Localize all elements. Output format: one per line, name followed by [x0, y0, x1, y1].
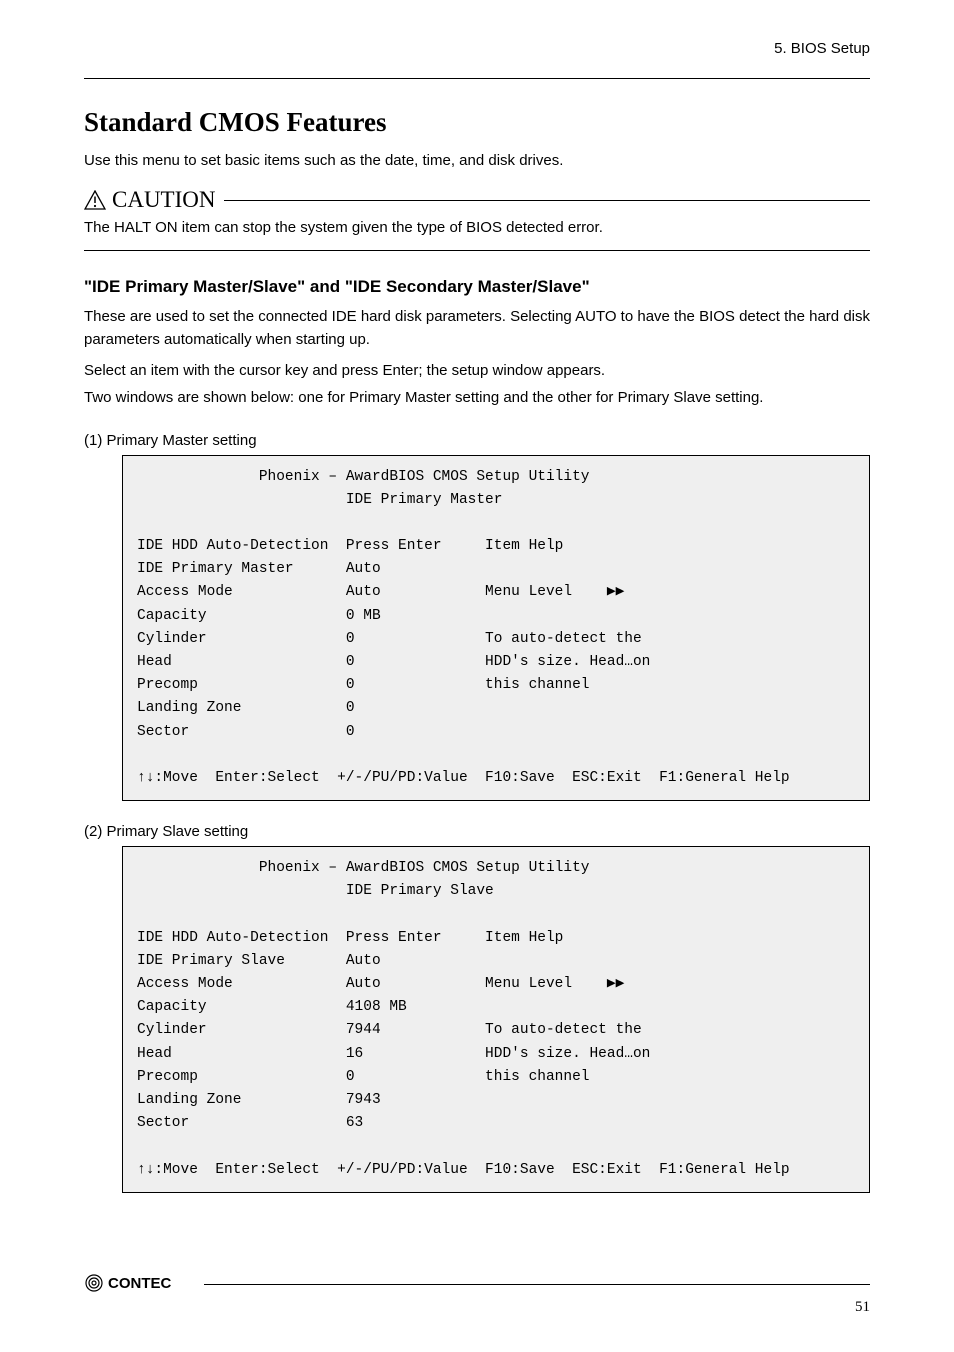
contec-logo: CONTEC	[84, 1273, 194, 1293]
paragraph-2a: Select an item with the cursor key and p…	[84, 359, 870, 382]
caution-line-bottom	[84, 250, 870, 251]
warning-icon	[84, 190, 106, 210]
page-footer: CONTEC 51	[84, 1273, 870, 1316]
sub-heading: "IDE Primary Master/Slave" and "IDE Seco…	[84, 277, 870, 297]
caution-heading-row: CAUTION	[84, 187, 870, 213]
chapter-label: 5. BIOS Setup	[774, 40, 870, 57]
caution-block: CAUTION The HALT ON item can stop the sy…	[84, 187, 870, 251]
page-number-row: 51	[84, 1299, 870, 1316]
section-intro: Use this menu to set basic items such as…	[84, 150, 870, 173]
header-rule	[84, 78, 870, 79]
paragraph-2b: Two windows are shown below: one for Pri…	[84, 386, 870, 409]
caution-text: The HALT ON item can stop the system giv…	[84, 219, 870, 236]
paragraph-1: These are used to set the connected IDE …	[84, 305, 870, 352]
footer-row: CONTEC	[84, 1273, 870, 1293]
section-title: Standard CMOS Features	[84, 107, 870, 138]
bios-screen-primary-master: Phoenix – AwardBIOS CMOS Setup Utility I…	[122, 455, 870, 802]
footer-rule	[204, 1284, 870, 1285]
bios-screen-primary-slave: Phoenix – AwardBIOS CMOS Setup Utility I…	[122, 846, 870, 1193]
step-2-label: (2) Primary Slave setting	[84, 823, 870, 840]
caution-line-top	[224, 200, 871, 201]
caution-label: CAUTION	[112, 187, 216, 213]
brand-text: CONTEC	[108, 1275, 172, 1292]
step-1-label: (1) Primary Master setting	[84, 432, 870, 449]
page: 5. BIOS Setup Standard CMOS Features Use…	[0, 0, 954, 1352]
page-number: 51	[855, 1299, 870, 1316]
